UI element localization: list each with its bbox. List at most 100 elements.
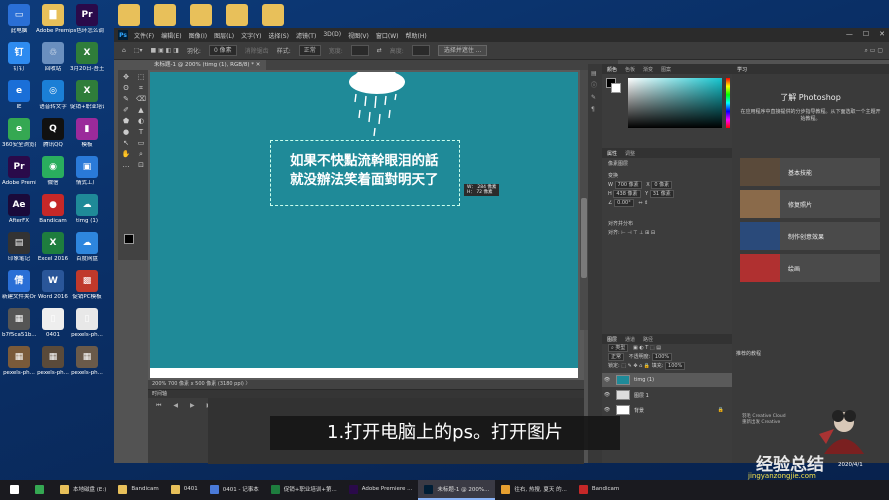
- desktop-icon[interactable]: ◎ 语音转文字: [36, 80, 70, 110]
- feather-input[interactable]: 0 像素: [208, 45, 237, 56]
- menu-item[interactable]: 视图(V): [348, 31, 369, 40]
- desktop-folder[interactable]: [256, 4, 290, 28]
- layers-tab[interactable]: 路径: [643, 336, 653, 343]
- learn-tutorial-item[interactable]: 绘画: [740, 254, 880, 282]
- taskbar-item[interactable]: 未标题-1 @ 200%...: [418, 480, 496, 500]
- desktop-icon[interactable]: ▯ 0401: [36, 308, 70, 338]
- y-input[interactable]: 31 像素: [649, 190, 674, 198]
- desktop-icon[interactable]: ▭ 此电脑: [2, 4, 36, 34]
- style-select[interactable]: 正常: [298, 45, 321, 56]
- canvas-area[interactable]: 如果不快點流幹眼泪的話 就没辦法笑着面對明天了 W： 284 像素 H： 72 …: [148, 70, 584, 383]
- menu-item[interactable]: 文字(Y): [241, 31, 261, 40]
- menu-item[interactable]: 编辑(E): [161, 31, 181, 40]
- taskbar-item[interactable]: [4, 480, 29, 500]
- taskbar-item[interactable]: 本地磁盘 (E:): [54, 480, 112, 500]
- desktop-icon[interactable]: Ae AfterFX: [2, 194, 36, 224]
- desktop-icon[interactable]: ▦ pexels-ph...: [70, 346, 104, 376]
- desktop-folder[interactable]: [112, 4, 146, 28]
- info-icon[interactable]: ⓘ: [591, 80, 599, 92]
- vertical-scrollbar[interactable]: [580, 70, 588, 330]
- document-canvas[interactable]: 如果不快點流幹眼泪的話 就没辦法笑着面對明天了 W： 284 像素 H： 72 …: [150, 72, 578, 368]
- tool-icon[interactable]: ✐: [120, 106, 132, 115]
- height-input[interactable]: [411, 45, 430, 56]
- layer-row[interactable]: 👁 背景 🔒: [602, 403, 732, 417]
- learn-tutorial-item[interactable]: 修复照片: [740, 190, 880, 218]
- tool-icon[interactable]: ⌕: [135, 150, 147, 159]
- tool-icon[interactable]: …: [120, 161, 132, 170]
- brush-icon[interactable]: ✎: [591, 92, 599, 104]
- properties-tab[interactable]: 调整: [625, 150, 635, 157]
- timeline-control-icon[interactable]: ⏮: [156, 402, 161, 410]
- properties-tab[interactable]: 属性: [607, 150, 617, 157]
- layers-tab[interactable]: 通道: [625, 336, 635, 343]
- desktop-icon[interactable]: ▦ pexels-ph...: [36, 346, 70, 376]
- desktop-icon[interactable]: ▇ Adobe Premie...: [36, 4, 70, 34]
- close-button[interactable]: ✕: [879, 30, 885, 38]
- learn-tab[interactable]: 学习: [737, 66, 747, 73]
- desktop-icon[interactable]: 倩新建文件夹Online: [2, 270, 36, 300]
- tool-icon[interactable]: ▭: [135, 139, 147, 148]
- flip-icons[interactable]: ⇔ ⇕: [638, 200, 648, 206]
- taskbar-item[interactable]: Bandicam: [573, 480, 625, 500]
- taskbar-item[interactable]: Adobe Premiere ...: [343, 480, 419, 500]
- tool-icon[interactable]: ◐: [135, 117, 147, 126]
- color-panel-tab[interactable]: 图案: [661, 66, 671, 73]
- desktop-icon[interactable]: ▦ b7f5ca51b...: [2, 308, 36, 338]
- paragraph-icon[interactable]: ¶: [591, 104, 599, 116]
- eye-icon[interactable]: 👁: [602, 392, 612, 398]
- tool-icon[interactable]: ⌗: [135, 84, 147, 93]
- taskbar-item[interactable]: 0401 - 记事本: [204, 480, 265, 500]
- menu-item[interactable]: 帮助(H): [406, 31, 427, 40]
- maximize-button[interactable]: ☐: [863, 30, 869, 38]
- home-icon[interactable]: ⌂: [122, 47, 126, 54]
- search-icon[interactable]: ⌕ ▭ ▢: [864, 47, 883, 55]
- foreground-color[interactable]: [124, 234, 134, 244]
- w-input[interactable]: 700 像素: [614, 181, 642, 189]
- desktop-icon[interactable]: ▣ 情式工厂: [70, 156, 104, 186]
- document-tab[interactable]: 未标题-1 @ 200% (timg (1), RGB/8) * ✕: [148, 60, 267, 70]
- layers-tab[interactable]: 图层: [607, 336, 617, 343]
- desktop-icon[interactable]: X Excel 2016: [36, 232, 70, 262]
- desktop-icon[interactable]: ◉ 微信: [36, 156, 70, 186]
- tool-icon[interactable]: ●: [120, 128, 132, 137]
- desktop-icon[interactable]: ▩ 促销PC模板: [70, 270, 104, 300]
- minimize-button[interactable]: —: [846, 30, 853, 38]
- learn-tutorial-item[interactable]: 制作创意效果: [740, 222, 880, 250]
- color-panel-tab[interactable]: 渐变: [643, 66, 653, 73]
- tool-icon[interactable]: ↖: [120, 139, 132, 148]
- lock-icons[interactable]: ⬚ ✎ ✥ ⌂ 🔒: [621, 363, 651, 369]
- desktop-icon[interactable]: Pr Adobe Premie...: [2, 156, 36, 186]
- timeline-control-icon[interactable]: ◀: [173, 402, 178, 410]
- desktop-icon[interactable]: Q 腾讯QQ: [36, 118, 70, 148]
- menu-item[interactable]: 文件(F): [134, 31, 154, 40]
- tool-icon[interactable]: ▲: [135, 106, 147, 115]
- layer-filter-select[interactable]: ⌕ 类型: [608, 344, 629, 352]
- swap-icon[interactable]: ⇄: [377, 47, 382, 54]
- fill-input[interactable]: 100%: [665, 362, 686, 370]
- desktop-icon[interactable]: ☁ 百度网盘: [70, 232, 104, 262]
- menu-item[interactable]: 3D(D): [323, 31, 341, 40]
- desktop-folder[interactable]: [148, 4, 182, 28]
- history-icon[interactable]: ▤: [591, 68, 599, 80]
- tool-icon[interactable]: T: [135, 128, 147, 137]
- tool-icon[interactable]: ✋: [120, 150, 132, 159]
- menu-item[interactable]: 滤镜(T): [296, 31, 316, 40]
- tool-icon[interactable]: ⬟: [120, 117, 132, 126]
- tool-icon[interactable]: ⌫: [135, 95, 147, 104]
- desktop-icon[interactable]: ☁ timg (1): [70, 194, 104, 224]
- timeline-control-icon[interactable]: ▶: [190, 402, 195, 410]
- hue-slider[interactable]: [726, 78, 730, 128]
- taskbar-item[interactable]: 往右, 热搜, 夏天 的...: [495, 480, 573, 500]
- desktop-icon[interactable]: X 3月20日-吾王说电脑7...: [70, 42, 104, 72]
- desktop-icon[interactable]: X 促销+职业培训+第4批...: [70, 80, 104, 110]
- desktop-icon[interactable]: W Word 2016: [36, 270, 70, 300]
- color-picker-field[interactable]: [628, 78, 722, 128]
- desktop-icon[interactable]: ▦ pexels-ph...: [2, 346, 36, 376]
- marquee-tool-icon[interactable]: ⬚▾: [134, 47, 143, 54]
- x-input[interactable]: 0 像素: [651, 181, 673, 189]
- angle-input[interactable]: 0.00°: [614, 199, 634, 207]
- tool-icon[interactable]: ⬚: [135, 73, 147, 82]
- tool-icon[interactable]: ⊡: [135, 161, 147, 170]
- align-icons[interactable]: ⊢ ⊣ ⊤ ⊥ ⊞ ⊟: [621, 230, 655, 236]
- select-mask-button[interactable]: 选择并遮住 ...: [437, 45, 488, 56]
